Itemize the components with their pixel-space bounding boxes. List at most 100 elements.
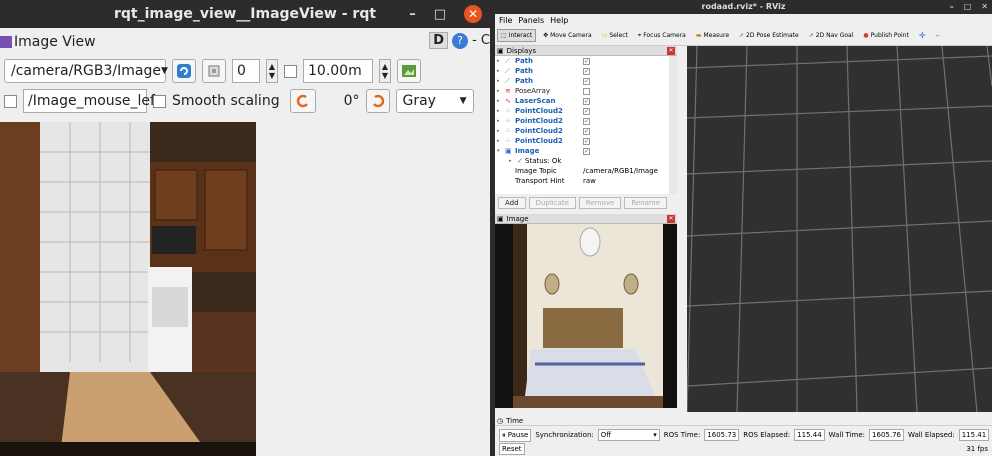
tool-label: Interact (508, 32, 533, 39)
display-checkbox[interactable]: ✓ (583, 138, 590, 145)
display-checkbox[interactable]: ✓ (583, 58, 590, 65)
plugin-header: Image View D ? - C (0, 28, 490, 56)
display-item-path[interactable]: ▸ ⟋ Path ✓ (495, 56, 669, 66)
close-icon[interactable]: ✕ (667, 215, 675, 223)
wall-elapsed-field: 115.41 (958, 429, 990, 441)
pause-button[interactable]: ⏸ Pause (499, 428, 532, 442)
status-bar: Reset 31 fps (495, 443, 992, 455)
tool-interact[interactable]: ⬚ Interact (497, 29, 537, 42)
rename-button[interactable]: Rename (624, 197, 668, 209)
tool-measure[interactable]: ▬ Measure (693, 30, 732, 41)
measure-icon: ▬ (695, 32, 702, 39)
mouse-topic-input[interactable]: /Image_mouse_left (23, 89, 160, 113)
smooth-scaling-checkbox[interactable] (153, 94, 166, 108)
close-plugin-button[interactable]: - C (472, 33, 490, 48)
tool-remove[interactable]: – (933, 29, 943, 42)
sync-combobox[interactable]: Off ▾ (597, 429, 660, 441)
3d-view[interactable] (687, 46, 992, 412)
distance-spinner[interactable]: ▲ ▼ (379, 59, 391, 83)
transport-hint-row[interactable]: Transport Hint raw (495, 176, 669, 186)
image-panel-header: ▣ Image ✕ (495, 214, 677, 224)
tool-focus-camera[interactable]: ⌖ Focus Camera (635, 30, 689, 42)
move-camera-icon: ✥ (543, 32, 549, 39)
display-item-pointcloud2[interactable]: ▸ ⁘ PointCloud2 ✓ (495, 136, 669, 146)
display-checkbox[interactable]: ✓ (583, 68, 590, 75)
rotate-left-icon (296, 94, 308, 108)
help-button[interactable]: ? (452, 32, 469, 49)
display-checkbox[interactable]: ✓ (583, 78, 590, 85)
rotate-right-button[interactable] (365, 89, 390, 113)
display-checkbox[interactable]: ✓ (583, 148, 590, 155)
pause-icon: ⏸ (502, 430, 506, 439)
display-checkbox[interactable]: ✓ (583, 128, 590, 135)
mouse-publish-checkbox[interactable] (4, 94, 17, 108)
display-item-pointcloud2[interactable]: ▸ ⁘ PointCloud2 ✓ (495, 126, 669, 136)
zoom-fit-button[interactable] (202, 59, 226, 83)
display-item-posearray[interactable]: ▸ ≋ PoseArray (495, 86, 669, 96)
maximize-button[interactable]: □ (964, 0, 972, 14)
tool-publish-point[interactable]: ● Publish Point (860, 30, 911, 41)
menu-panels[interactable]: Panels (518, 16, 544, 25)
tool-select[interactable]: ▭ Select (599, 30, 631, 41)
tool-move-camera[interactable]: ✥ Move Camera (540, 30, 595, 41)
display-item-laserscan[interactable]: ▸ ∿ LaserScan ✓ (495, 96, 669, 106)
display-label: Path (515, 77, 533, 85)
display-item-path[interactable]: ▸ ⟋ Path ✓ (495, 66, 669, 76)
status-row[interactable]: ▸ ✓ Status: Ok (495, 156, 669, 166)
display-checkbox[interactable] (583, 88, 590, 95)
reset-button[interactable]: Reset (499, 443, 525, 455)
image-icon: ▣ (505, 147, 512, 155)
frame-input[interactable]: 0 (232, 59, 260, 83)
displays-header: ▣ Displays ✕ (495, 46, 677, 56)
interact-icon: ⬚ (501, 32, 507, 39)
save-image-button[interactable] (397, 59, 421, 83)
pointcloud-icon: ⁘ (505, 117, 511, 125)
minimize-button[interactable]: – (950, 0, 954, 14)
distance-checkbox[interactable] (284, 64, 297, 78)
topic-combobox[interactable]: /camera/RGB3/Image ▼ (4, 59, 168, 83)
close-icon[interactable]: ✕ (667, 47, 675, 55)
maximize-button[interactable]: □ (434, 7, 446, 22)
laserscan-icon: ∿ (505, 97, 511, 105)
tool-add[interactable]: ✛ (916, 29, 929, 42)
rqt-window-title: rqt_image_view__ImageView - rqt (113, 6, 377, 22)
colormap-value: Gray (402, 93, 436, 109)
wall-elapsed-label: Wall Elapsed: (907, 431, 955, 439)
display-item-image[interactable]: ▾ ▣ Image ✓ (495, 146, 669, 156)
display-checkbox[interactable]: ✓ (583, 118, 590, 125)
display-item-pointcloud2[interactable]: ▸ ⁘ PointCloud2 ✓ (495, 116, 669, 126)
tool-2d-nav-goal[interactable]: ➚ 2D Nav Goal (806, 30, 857, 41)
close-button[interactable]: ✕ (981, 0, 988, 14)
pose-estimate-icon: ➚ (739, 32, 745, 39)
display-checkbox[interactable]: ✓ (583, 108, 590, 115)
publish-point-icon: ● (863, 32, 869, 39)
display-checkbox[interactable]: ✓ (583, 98, 590, 105)
display-item-path[interactable]: ▸ ⟋ Path ✓ (495, 76, 669, 86)
frame-spinner[interactable]: ▲ ▼ (266, 59, 278, 83)
close-button[interactable]: ✕ (464, 5, 482, 23)
minimize-button[interactable]: – (409, 7, 416, 22)
tool-2d-pose-estimate[interactable]: ➚ 2D Pose Estimate (736, 30, 802, 41)
rotate-left-button[interactable] (289, 89, 316, 113)
menu-file[interactable]: File (499, 16, 512, 25)
add-button[interactable]: Add (498, 197, 526, 209)
duplicate-button[interactable]: Duplicate (528, 197, 576, 209)
colormap-combobox[interactable]: Gray ▼ (395, 89, 474, 113)
image-topic-row[interactable]: Image Topic/camera/RGB1/Image (495, 166, 669, 176)
image-panel-view[interactable] (495, 224, 677, 408)
path-icon: ⟋ (505, 56, 510, 65)
display-item-pointcloud2[interactable]: ▸ ⁘ PointCloud2 ✓ (495, 106, 669, 116)
rotation-label: 0° (343, 93, 360, 109)
refresh-button[interactable] (172, 59, 196, 83)
menu-help[interactable]: Help (550, 16, 568, 25)
display-label: Image (515, 147, 540, 155)
pointcloud-icon: ⁘ (505, 107, 511, 115)
time-title: Time (506, 416, 524, 425)
menubar: File Panels Help (495, 14, 992, 26)
toolbar: ⬚ Interact ✥ Move Camera ▭ Select ⌖ Focus Ca… (495, 26, 992, 46)
wall-time-field: 1605.76 (869, 429, 904, 441)
remove-button[interactable]: Remove (578, 197, 622, 209)
dock-button[interactable]: D (429, 32, 449, 49)
distance-input[interactable]: 10.00m (303, 59, 373, 83)
camera-image[interactable] (0, 122, 256, 456)
